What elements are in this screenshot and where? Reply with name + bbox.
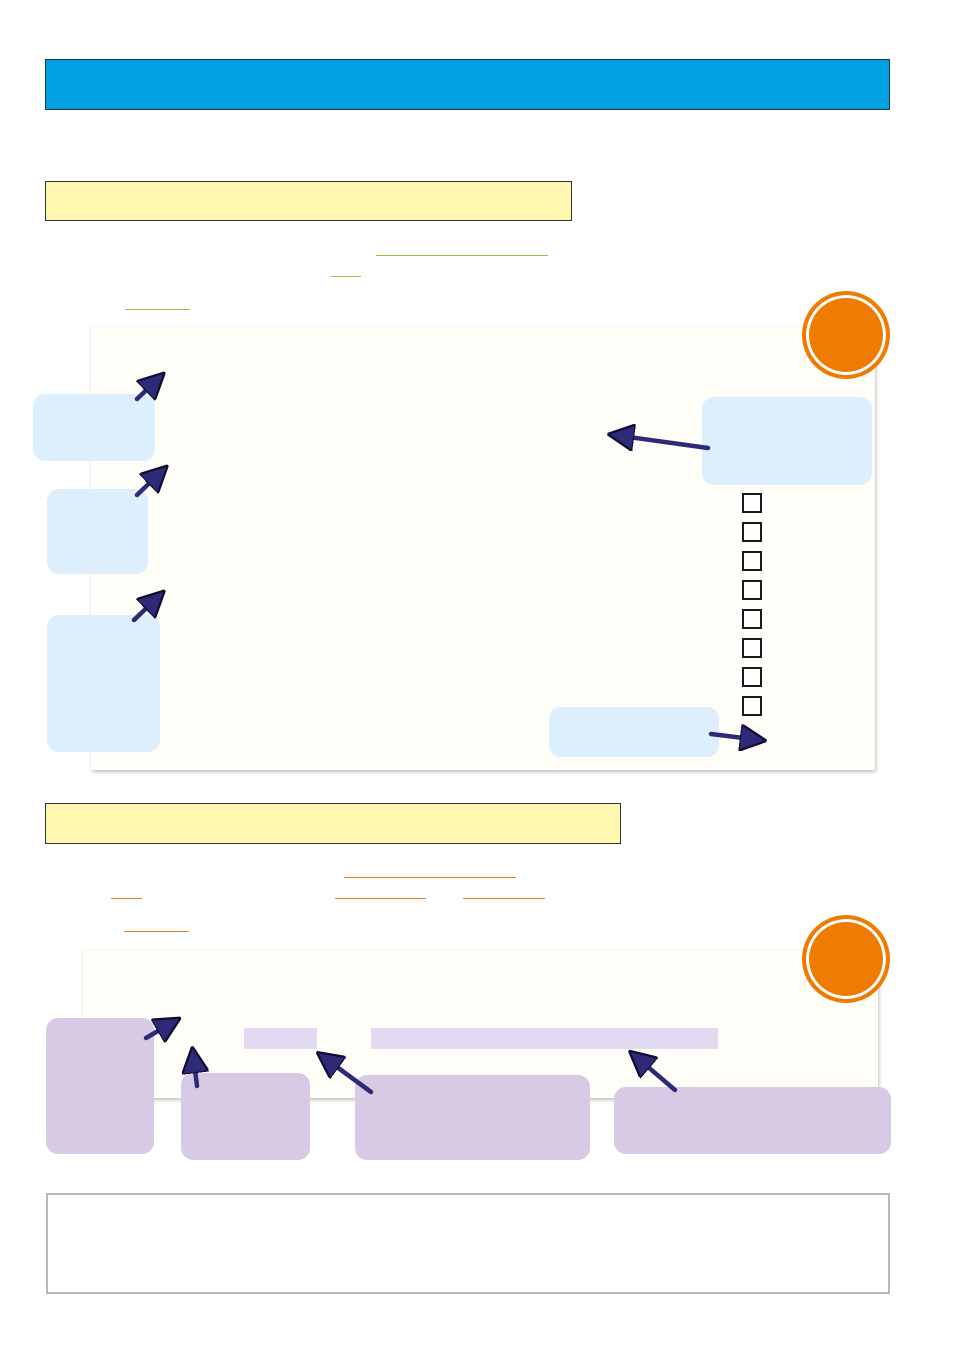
arrow-2: [134, 470, 163, 498]
arrow-7: [193, 1053, 197, 1089]
arrow-1: [134, 377, 160, 402]
footer-note-box: [46, 1193, 890, 1294]
arrow-6: [143, 1021, 175, 1038]
arrow-3: [131, 595, 160, 623]
arrow-4: [614, 435, 711, 448]
arrow-5: [708, 734, 760, 740]
pointer-arrows: [131, 0, 954, 1095]
arrow-8: [322, 1056, 374, 1095]
arrow-9: [634, 1055, 678, 1093]
